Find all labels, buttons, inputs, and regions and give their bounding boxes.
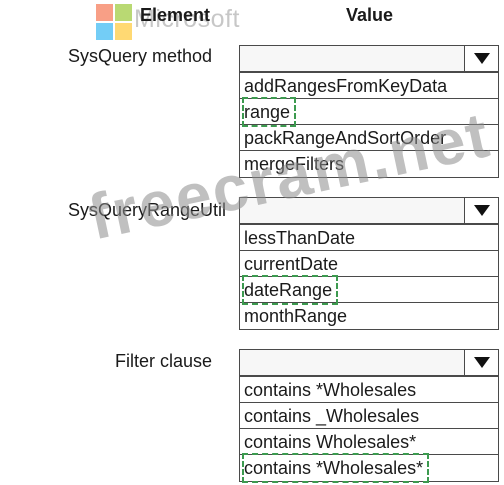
chevron-down-icon: [474, 205, 490, 216]
option-contains-star-wholesales-star[interactable]: contains *Wholesales*: [240, 453, 498, 483]
option-lessthandate[interactable]: lessThanDate: [240, 225, 498, 251]
filter-clause-options: contains *Wholesales contains _Wholesale…: [239, 376, 499, 483]
chevron-down-icon: [474, 53, 490, 64]
sysqueryrangeutil-dropdown[interactable]: [239, 197, 499, 224]
sysqueryrangeutil-label: SysQueryRangeUtil: [67, 200, 226, 220]
option-packrangeandsortorder[interactable]: packRangeAndSortOrder: [240, 125, 498, 151]
value-column-header: Value: [346, 5, 394, 25]
option-range[interactable]: range: [240, 97, 498, 127]
sysqueryrangeutil-options: lessThanDate currentDate dateRange month…: [239, 224, 499, 330]
sysquery-method-label: SysQuery method: [67, 46, 212, 66]
option-addrangesfromkeydata[interactable]: addRangesFromKeyData: [240, 73, 498, 99]
dropdown-toggle[interactable]: [464, 46, 498, 71]
microsoft-logo-icon: [96, 4, 132, 40]
filter-clause-dropdown[interactable]: [239, 349, 499, 376]
element-column-header: Element: [140, 5, 211, 25]
option-contains-underscore-wholesales[interactable]: contains _Wholesales: [240, 403, 498, 429]
option-contains-wholesales-star[interactable]: contains Wholesales*: [240, 429, 498, 455]
option-daterange[interactable]: dateRange: [240, 275, 498, 305]
filter-clause-label: Filter clause: [114, 351, 212, 371]
option-monthrange[interactable]: monthRange: [240, 303, 498, 329]
dropdown-toggle[interactable]: [464, 198, 498, 223]
chevron-down-icon: [474, 357, 490, 368]
option-mergefilters[interactable]: mergeFilters: [240, 151, 498, 177]
sysquery-method-dropdown[interactable]: [239, 45, 499, 72]
dropdown-toggle[interactable]: [464, 350, 498, 375]
option-contains-star-wholesales[interactable]: contains *Wholesales: [240, 377, 498, 403]
option-currentdate[interactable]: currentDate: [240, 251, 498, 277]
sysquery-method-options: addRangesFromKeyData range packRangeAndS…: [239, 72, 499, 178]
